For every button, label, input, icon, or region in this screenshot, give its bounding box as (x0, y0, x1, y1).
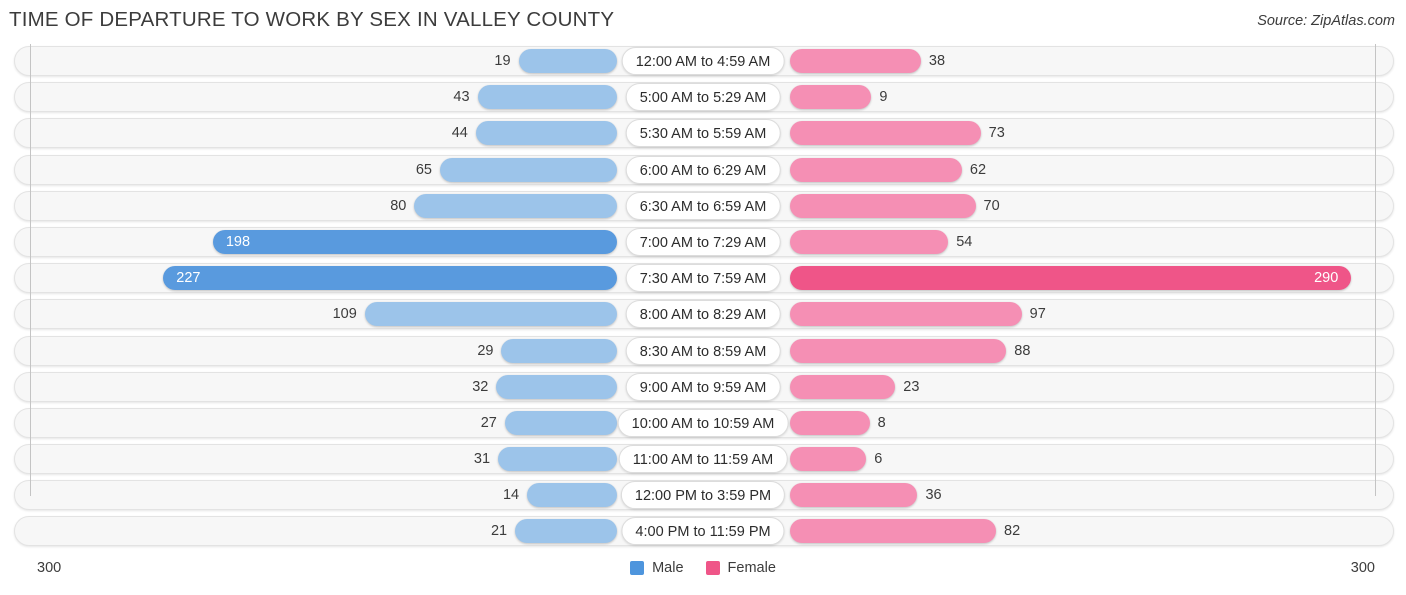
bar-value-male: 14 (502, 487, 520, 504)
bar-male[interactable] (414, 193, 617, 218)
category-label: 8:00 AM to 8:29 AM (625, 300, 781, 329)
bar-female[interactable] (790, 121, 981, 146)
bar-male[interactable] (518, 49, 617, 73)
bar-value-female: 8 (877, 414, 886, 431)
chart-row[interactable]: 19 38 12:00 AM to 4:59 AM (0, 44, 1406, 80)
chart-row[interactable]: 29 88 8:30 AM to 8:59 AM (0, 334, 1406, 370)
bar-value-male: 80 (390, 197, 407, 214)
bar-female[interactable] (790, 85, 872, 110)
bar-female[interactable] (790, 302, 1022, 327)
chart-row[interactable]: 198 54 7:00 AM to 7:29 AM (0, 225, 1406, 261)
bar-male[interactable] (504, 410, 617, 435)
chart-area: 19 38 12:00 AM to 4:59 AM 43 9 5:00 AM to 5:2… (0, 44, 1406, 547)
chart-row[interactable]: 65 62 6:00 AM to 6:29 AM (0, 153, 1406, 189)
legend-item[interactable]: Male (630, 560, 684, 576)
bar-female[interactable] (790, 193, 976, 218)
chart-row[interactable]: 31 6 11:00 AM to 11:59 AM (0, 442, 1406, 478)
bar-value-female: 97 (1029, 306, 1046, 323)
bar-male[interactable] (496, 374, 617, 399)
bar-value-female: 73 (988, 125, 1005, 142)
bar-value-male: 19 (494, 53, 511, 69)
bar-male[interactable] (475, 121, 617, 146)
bar-female[interactable] (790, 447, 867, 472)
bar-male[interactable] (439, 157, 617, 182)
bar-value-female: 62 (969, 161, 987, 178)
bar-value-male: 32 (472, 378, 489, 395)
category-label: 7:30 AM to 7:59 AM (625, 264, 781, 293)
category-label: 5:30 AM to 5:59 AM (625, 119, 781, 148)
chart-legend: Male Female (0, 560, 1406, 576)
chart-row[interactable]: 27 8 10:00 AM to 10:59 AM (0, 406, 1406, 442)
chart-row[interactable]: 80 70 6:30 AM to 6:59 AM (0, 189, 1406, 225)
bar-value-male: 43 (453, 89, 470, 106)
category-label: 7:00 AM to 7:29 AM (625, 227, 781, 256)
bar-value-male: 44 (451, 125, 468, 142)
category-label: 12:00 PM to 3:59 PM (620, 481, 786, 510)
bar-male[interactable] (527, 483, 617, 508)
chart-header: TIME OF DEPARTURE TO WORK BY SEX IN VALL… (0, 0, 1406, 44)
bar-male[interactable] (498, 447, 617, 472)
bar-male[interactable] (477, 85, 617, 110)
bar-male[interactable] (515, 519, 617, 544)
bar-female[interactable] (790, 519, 997, 544)
bar-male[interactable] (501, 338, 617, 363)
bar-value-male: 21 (490, 523, 508, 540)
chart-row[interactable]: 109 97 8:00 AM to 8:29 AM (0, 297, 1406, 333)
legend-label: Male (652, 560, 684, 576)
chart-footer: 300 300 Male Female (0, 550, 1406, 595)
chart-row[interactable]: 32 23 9:00 AM to 9:59 AM (0, 370, 1406, 406)
category-label: 4:00 PM to 11:59 PM (621, 517, 785, 546)
bar-value-female: 290 (1314, 270, 1339, 287)
bar-value-female: 9 (879, 89, 888, 106)
category-label: 9:00 AM to 9:59 AM (625, 372, 781, 401)
axis-line-left (30, 44, 31, 496)
bar-value-male: 27 (480, 414, 497, 431)
category-label: 5:00 AM to 5:29 AM (625, 83, 781, 112)
chart-rows: 19 38 12:00 AM to 4:59 AM 43 9 5:00 AM to 5:2… (0, 44, 1406, 551)
category-label: 6:30 AM to 6:59 AM (625, 191, 781, 220)
category-label: 8:30 AM to 8:59 AM (625, 336, 781, 365)
chart-row[interactable]: 21 82 4:00 PM to 11:59 PM (0, 514, 1406, 550)
bar-value-female: 54 (956, 233, 973, 250)
bar-value-male: 29 (477, 342, 494, 359)
bar-male[interactable] (364, 302, 617, 327)
chart-row[interactable]: 43 9 5:00 AM to 5:29 AM (0, 80, 1406, 116)
bar-male[interactable] (212, 229, 617, 254)
legend-swatch-icon (630, 561, 645, 575)
category-label: 12:00 AM to 4:59 AM (621, 47, 785, 75)
bar-value-female: 23 (903, 378, 920, 395)
chart-row[interactable]: 44 73 5:30 AM to 5:59 AM (0, 116, 1406, 152)
bar-value-male: 31 (473, 451, 491, 468)
source-attribution: Source: ZipAtlas.com (1257, 13, 1395, 29)
bar-value-female: 38 (928, 53, 946, 69)
bar-value-female: 6 (874, 451, 883, 468)
bar-female[interactable] (790, 266, 1352, 291)
category-label: 10:00 AM to 10:59 AM (617, 408, 789, 437)
bar-female[interactable] (790, 157, 962, 182)
bar-female[interactable] (790, 49, 921, 73)
bar-value-male: 198 (225, 233, 251, 250)
chart-row[interactable]: 227 290 7:30 AM to 7:59 AM (0, 261, 1406, 297)
category-label: 6:00 AM to 6:29 AM (625, 155, 781, 184)
legend-label: Female (727, 560, 776, 576)
bar-value-male: 65 (415, 161, 432, 178)
bar-value-female: 82 (1004, 523, 1021, 540)
bar-value-female: 88 (1014, 342, 1031, 359)
bar-value-male: 227 (176, 270, 201, 287)
category-label: 11:00 AM to 11:59 AM (618, 445, 788, 474)
chart-row[interactable]: 14 36 12:00 PM to 3:59 PM (0, 478, 1406, 514)
bar-female[interactable] (790, 338, 1007, 363)
bar-value-female: 70 (983, 197, 1000, 214)
bar-female[interactable] (790, 229, 949, 254)
legend-swatch-icon (705, 561, 720, 575)
bar-value-male: 109 (332, 306, 357, 323)
bar-female[interactable] (790, 483, 918, 508)
bar-female[interactable] (790, 410, 870, 435)
bar-female[interactable] (790, 374, 896, 399)
axis-line-right (1375, 44, 1376, 496)
bar-male[interactable] (163, 266, 617, 291)
legend-item[interactable]: Female (705, 560, 776, 576)
page-title: TIME OF DEPARTURE TO WORK BY SEX IN VALL… (9, 8, 615, 31)
bar-value-female: 36 (925, 487, 942, 504)
